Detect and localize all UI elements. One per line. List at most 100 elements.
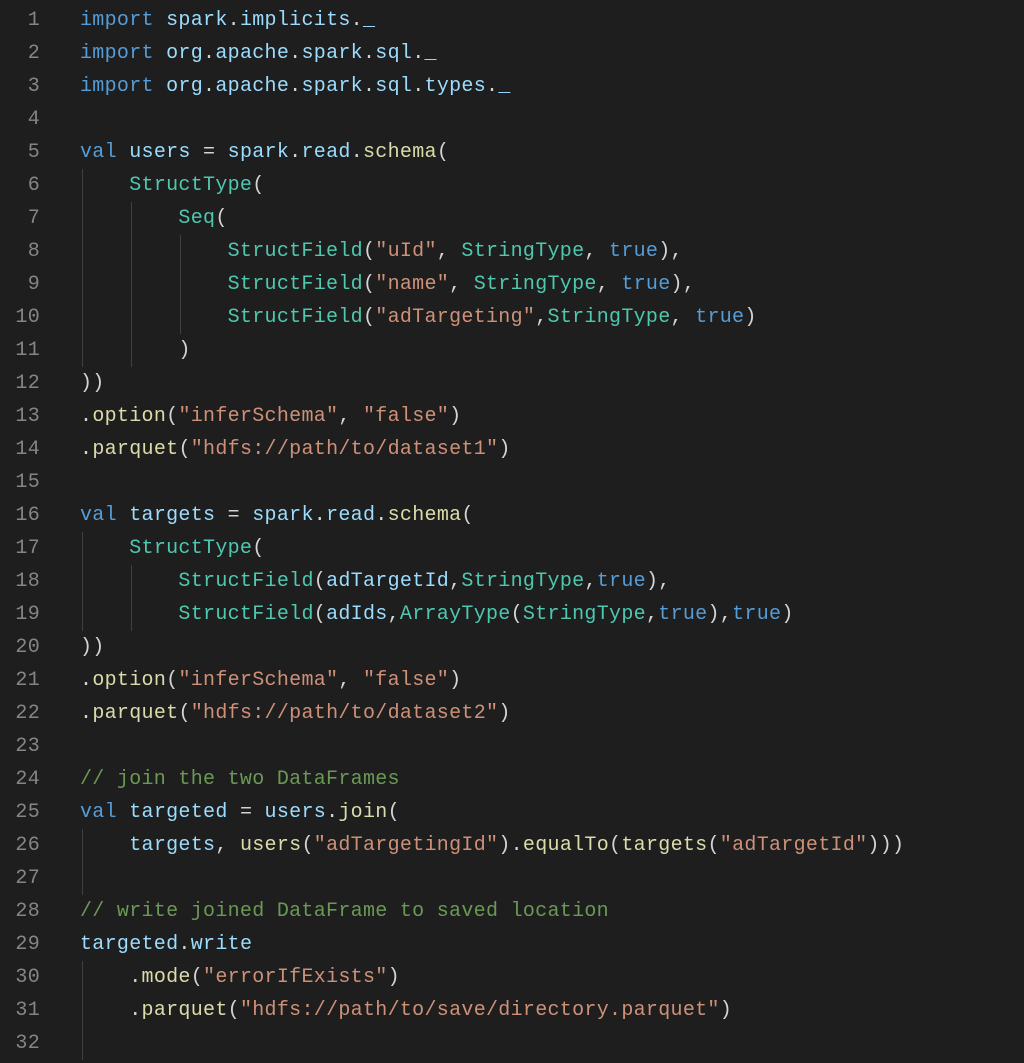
code-token: (: [215, 207, 227, 230]
code-token: read: [301, 141, 350, 164]
code-token: val: [80, 801, 117, 824]
code-token: "name": [375, 273, 449, 296]
code-token: [117, 504, 129, 527]
code-line: .mode("errorIfExists"): [80, 961, 1024, 994]
code-token: StructField: [228, 306, 363, 329]
code-token: (: [228, 999, 240, 1022]
code-token: targets: [129, 504, 215, 527]
code-token: "errorIfExists": [203, 966, 388, 989]
code-token: ))): [867, 834, 904, 857]
code-area[interactable]: import spark.implicits._import org.apach…: [58, 0, 1024, 1060]
code-token: (: [166, 669, 178, 692]
code-line: Seq(: [80, 202, 1024, 235]
code-line: import org.apache.spark.sql.types._: [80, 70, 1024, 103]
code-token: .: [289, 141, 301, 164]
code-token: "adTargeting": [375, 306, 535, 329]
code-token: StructType: [129, 537, 252, 560]
code-token: "hdfs://path/to/dataset2": [191, 702, 499, 725]
code-token: ,: [338, 405, 363, 428]
line-number: 11: [0, 334, 58, 367]
code-token: val: [80, 141, 117, 164]
line-number: 2: [0, 37, 58, 70]
code-token: apache: [215, 75, 289, 98]
line-number: 8: [0, 235, 58, 268]
code-token: =: [191, 141, 228, 164]
code-token: (: [363, 306, 375, 329]
code-token: ),: [671, 273, 696, 296]
code-token: (: [461, 504, 473, 527]
code-token: adTargetId: [326, 570, 449, 593]
code-token: _: [498, 75, 510, 98]
code-token: StringType: [548, 306, 671, 329]
code-token: // write joined DataFrame to saved locat…: [80, 900, 609, 923]
code-token: ): [388, 966, 400, 989]
code-token: join: [338, 801, 387, 824]
code-token: parquet: [142, 999, 228, 1022]
code-token: implicits: [240, 9, 351, 32]
code-line: StructType(: [80, 532, 1024, 565]
code-token: .: [80, 999, 142, 1022]
line-number: 12: [0, 367, 58, 400]
code-token: .: [314, 504, 326, 527]
code-token: .: [375, 504, 387, 527]
code-token: ),: [707, 603, 732, 626]
code-token: .: [178, 933, 190, 956]
code-token: StructField: [228, 273, 363, 296]
code-token: ArrayType: [400, 603, 511, 626]
code-line: targets, users("adTargetingId").equalTo(…: [80, 829, 1024, 862]
code-token: [80, 603, 178, 626]
code-token: StringType: [523, 603, 646, 626]
code-token: ): [498, 438, 510, 461]
code-token: (: [252, 537, 264, 560]
code-token: [154, 9, 166, 32]
line-number: 21: [0, 664, 58, 697]
code-token: org: [166, 75, 203, 98]
line-number: 13: [0, 400, 58, 433]
line-number: 26: [0, 829, 58, 862]
code-token: (: [388, 801, 400, 824]
code-token: [154, 75, 166, 98]
code-token: .: [351, 9, 363, 32]
code-line: .parquet("hdfs://path/to/dataset1"): [80, 433, 1024, 466]
code-token: users: [240, 834, 302, 857]
line-number: 10: [0, 301, 58, 334]
line-number: 30: [0, 961, 58, 994]
code-token: "false": [363, 405, 449, 428]
code-line: import spark.implicits._: [80, 4, 1024, 37]
code-line: .option("inferSchema", "false"): [80, 664, 1024, 697]
code-token: ,: [449, 570, 461, 593]
code-token: // join the two DataFrames: [80, 768, 400, 791]
line-number: 20: [0, 631, 58, 664]
code-token: _: [363, 9, 375, 32]
code-token: StructType: [129, 174, 252, 197]
code-token: read: [326, 504, 375, 527]
code-line: .parquet("hdfs://path/to/save/directory.…: [80, 994, 1024, 1027]
line-number: 17: [0, 532, 58, 565]
code-token: [80, 174, 129, 197]
code-token: [154, 42, 166, 65]
code-token: types: [425, 75, 487, 98]
code-token: ): [80, 339, 191, 362]
code-token: spark: [301, 75, 363, 98]
code-token: StructField: [178, 570, 313, 593]
code-token: (: [511, 603, 523, 626]
line-number: 23: [0, 730, 58, 763]
code-token: .: [363, 75, 375, 98]
code-token: .: [80, 702, 92, 725]
line-number: 14: [0, 433, 58, 466]
code-token: .: [80, 438, 92, 461]
code-token: .: [412, 42, 424, 65]
line-number: 29: [0, 928, 58, 961]
code-token: StringType: [474, 273, 597, 296]
code-token: sql: [375, 42, 412, 65]
code-token: org: [166, 42, 203, 65]
line-number: 22: [0, 697, 58, 730]
code-token: (: [178, 438, 190, 461]
line-number: 3: [0, 70, 58, 103]
code-token: )): [80, 636, 105, 659]
line-number: 16: [0, 499, 58, 532]
code-line: StructField("uId", StringType, true),: [80, 235, 1024, 268]
code-token: option: [92, 405, 166, 428]
code-token: .: [80, 669, 92, 692]
code-token: equalTo: [523, 834, 609, 857]
